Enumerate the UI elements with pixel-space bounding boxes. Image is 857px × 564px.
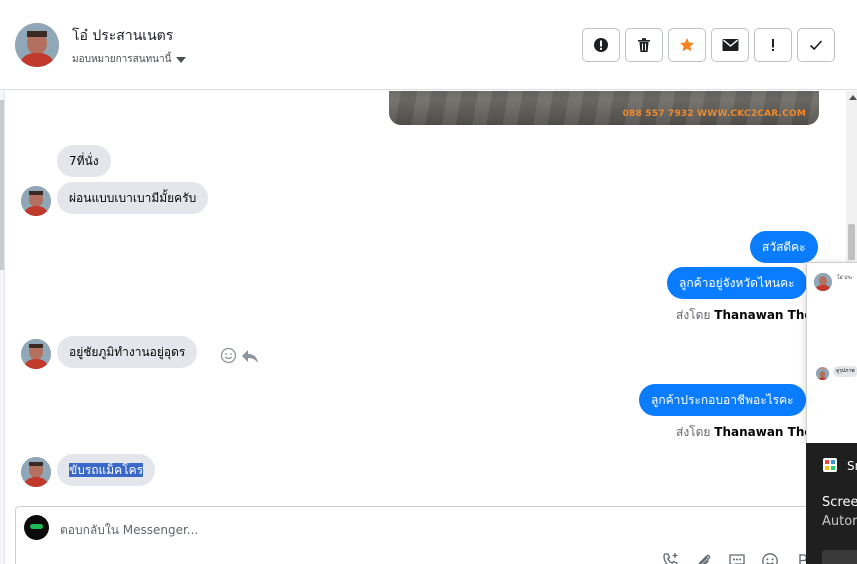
system-notification-overlay: โอ๋ ประ ดูรุปภาพ Sn Scree Autor [806, 262, 857, 564]
messenger-conversation-window: โอ๋ ประสานเนตร มอบหมายการสนทนานี้ 088 55… [0, 0, 857, 564]
outgoing-message[interactable]: สวัสดีคะ [750, 231, 818, 263]
scroll-up-arrow-icon[interactable] [849, 95, 857, 100]
trash-icon [638, 38, 650, 52]
contact-avatar-small[interactable] [21, 339, 51, 369]
chat-preview-popup[interactable]: โอ๋ ประ ดูรุปภาพ [806, 262, 857, 443]
sent-by-label: ส่งโดย Thanawan Thon [676, 306, 821, 325]
page-logo-mark [30, 524, 43, 529]
notification-app-name: Sn [847, 459, 857, 473]
conversation-header: โอ๋ ประสานเนตร มอบหมายการสนทนานี้ [0, 0, 857, 90]
alert-circle-icon [594, 38, 608, 52]
incoming-message[interactable]: 7ที่นั่ง [57, 145, 111, 177]
sent-by-prefix: ส่งโดย [676, 308, 711, 322]
page-avatar [24, 515, 49, 540]
exclamation-icon [772, 39, 774, 51]
incoming-message[interactable]: ขับรถแม็คโคร [57, 454, 156, 486]
checkmark-icon [809, 40, 823, 51]
caret-down-icon [176, 57, 187, 63]
photo-watermark-text: 088 557 7932 WWW.CKC2CAR.COM [622, 109, 806, 119]
envelope-icon [722, 39, 738, 51]
smiley-icon[interactable] [220, 347, 237, 364]
outgoing-message[interactable]: ลูกค้าประกอบอาชีพอะไรคะ [639, 384, 806, 416]
assign-conversation-dropdown[interactable]: มอบหมายการสนทนานี้ [72, 52, 187, 67]
photo-texture [389, 91, 819, 125]
contact-avatar[interactable] [15, 23, 59, 67]
incoming-message[interactable]: ผ่อนแบบเบาเบามีมั้ยครับ [57, 182, 209, 214]
message-actions [220, 347, 259, 364]
reply-icon[interactable] [241, 348, 259, 364]
emoji-icon[interactable] [760, 551, 780, 564]
sent-by-prefix: ส่งโดย [676, 425, 711, 439]
scrollbar-thumb[interactable] [848, 224, 855, 260]
saved-replies-icon[interactable] [727, 551, 747, 564]
preview-contact-name: โอ๋ ประ [837, 275, 853, 281]
contact-name[interactable]: โอ๋ ประสานเนตร [72, 25, 173, 47]
reply-input[interactable] [60, 521, 620, 539]
incoming-message[interactable]: อยู่ชัยภูมิทำงานอยู่อุดร [57, 336, 198, 368]
composer-tools [661, 551, 813, 564]
preview-avatar [814, 273, 832, 291]
follow-up-button[interactable] [754, 28, 792, 62]
contact-avatar-small[interactable] [21, 186, 51, 216]
preview-bubble: ดูรุปภาพ [833, 366, 857, 377]
star-button[interactable] [668, 28, 706, 62]
reply-composer [15, 506, 815, 564]
mark-done-button[interactable] [797, 28, 835, 62]
preview-avatar-small [816, 367, 829, 380]
contact-avatar-small[interactable] [21, 457, 51, 487]
sent-by-label: ส่งโดย Thanawan Thon [676, 423, 821, 442]
notification-action-button[interactable] [822, 550, 857, 564]
snip-notification[interactable]: Sn Scree Autor [806, 443, 857, 564]
star-icon [680, 38, 694, 52]
left-panel-scrollbar[interactable] [0, 100, 4, 270]
add-phone-icon[interactable] [661, 551, 681, 564]
shared-photo[interactable]: 088 557 7932 WWW.CKC2CAR.COM [389, 91, 819, 125]
notification-title: Scree [822, 495, 857, 510]
notification-subtitle: Autor [822, 514, 857, 529]
delete-button[interactable] [625, 28, 663, 62]
message-list: 088 557 7932 WWW.CKC2CAR.COM 7ที่นั่ง ผ่… [6, 91, 850, 503]
conversation-toolbar [582, 28, 835, 62]
assign-label: มอบหมายการสนทนานี้ [72, 54, 172, 65]
attachment-icon[interactable] [694, 551, 714, 564]
mark-unread-button[interactable] [711, 28, 749, 62]
snipping-tool-icon [823, 458, 837, 472]
selected-text[interactable]: ขับรถแม็คโคร [69, 463, 144, 477]
spam-button[interactable] [582, 28, 620, 62]
outgoing-message[interactable]: ลูกค้าอยู่จังหวัดไหนคะ [667, 267, 807, 299]
